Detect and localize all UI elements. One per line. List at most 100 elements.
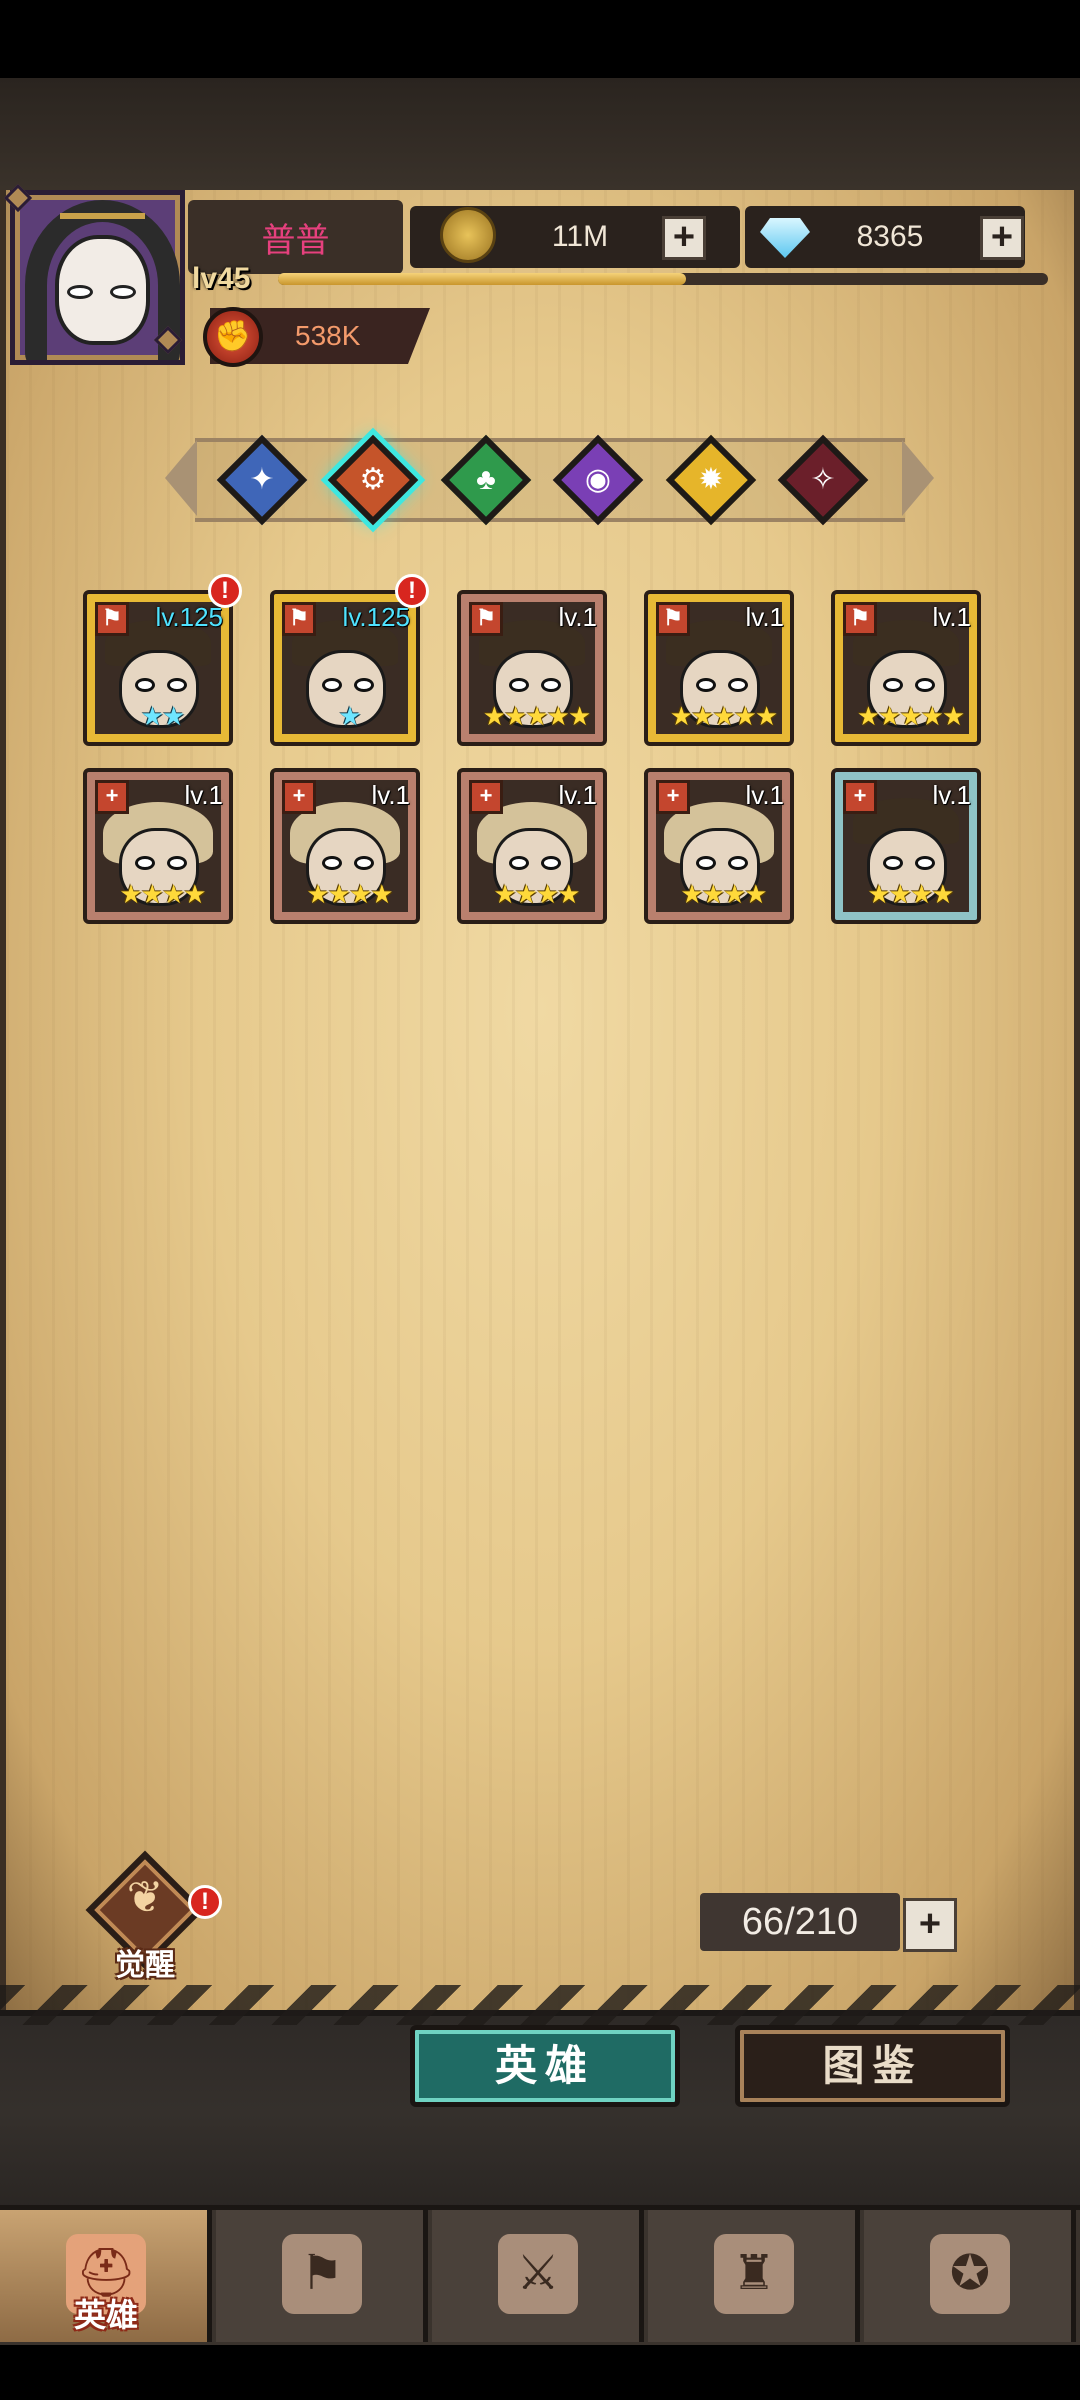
hero-eye	[509, 678, 529, 692]
add-gold-button[interactable]: +	[662, 216, 706, 260]
add-gems-button[interactable]: +	[980, 216, 1024, 260]
awaken-label: 觉醒	[115, 1949, 175, 1982]
nav-item-1[interactable]: ⚑	[216, 2210, 428, 2342]
hero-star-rating: ★★★★★	[669, 701, 779, 731]
guild-handshake-icon: ✪	[930, 2234, 1010, 2314]
hero-class-icon: +	[843, 780, 877, 814]
hero-eye	[354, 856, 374, 870]
hero-eye	[883, 678, 903, 692]
hero-level: lv.1	[745, 602, 784, 632]
fire-faction-icon: ⚙	[359, 463, 387, 496]
filter-left-arrow-icon[interactable]	[165, 440, 197, 516]
hero-card[interactable]: ⚑ lv.125 ★	[270, 590, 420, 746]
status-bar-area	[0, 0, 1080, 78]
hero-eye	[915, 856, 935, 870]
nature-faction-icon: ♣	[476, 463, 496, 496]
hero-eye	[696, 856, 716, 870]
hero-eye	[728, 856, 748, 870]
hero-class-icon: +	[282, 780, 316, 814]
hero-card[interactable]: + lv.1 ★★★★	[644, 768, 794, 924]
faction-filter-fire[interactable]: ⚙	[327, 434, 419, 526]
hero-card[interactable]: + lv.1 ★★★★	[457, 768, 607, 924]
faction-filter-dark[interactable]: ✧	[777, 434, 869, 526]
hero-class-icon: +	[95, 780, 129, 814]
hero-star-rating: ★★★★	[306, 879, 393, 909]
dark-faction-icon: ✧	[810, 463, 836, 496]
hero-class-icon: ⚑	[95, 602, 129, 636]
hero-eye	[167, 856, 187, 870]
hero-level: lv.1	[745, 780, 784, 810]
player-level: lv45	[192, 262, 251, 295]
water-faction-icon: ✦	[249, 463, 275, 496]
hero-class-icon: +	[656, 780, 690, 814]
hero-class-icon: ⚑	[656, 602, 690, 636]
tab-codex[interactable]: 图鉴	[735, 2025, 1010, 2107]
hero-card[interactable]: ⚑ lv.125 ★★	[83, 590, 233, 746]
hero-class-icon: ⚑	[843, 602, 877, 636]
awaken-button[interactable]: ❦ 觉醒	[85, 1850, 205, 1982]
nav-item-4[interactable]: ✪	[864, 2210, 1076, 2342]
avatar-crown	[60, 213, 145, 231]
hero-eye	[322, 856, 342, 870]
light-faction-icon: ✹	[698, 463, 724, 496]
faction-filter-water[interactable]: ✦	[216, 434, 308, 526]
hero-level: lv.1	[558, 780, 597, 810]
hero-card[interactable]: ⚑ lv.1 ★★★★★	[831, 590, 981, 746]
hero-eye	[883, 856, 903, 870]
faction-filter-light[interactable]: ✹	[665, 434, 757, 526]
hero-star-rating: ★★★★	[680, 879, 767, 909]
hero-eye	[509, 856, 529, 870]
hero-card[interactable]: + lv.1 ★★★★	[831, 768, 981, 924]
gem-amount: 8365	[856, 220, 924, 253]
tab-heroes[interactable]: 英雄	[410, 2025, 680, 2107]
hero-card[interactable]: + lv.1 ★★★★	[83, 768, 233, 924]
panel-ornament	[0, 1985, 1080, 2025]
hero-class-icon: ⚑	[469, 602, 503, 636]
nav-item-0[interactable]: ⛑ 英雄	[0, 2210, 212, 2342]
hero-star-rating: ★★★★	[493, 879, 580, 909]
hero-star-rating: ★★★★★	[482, 701, 592, 731]
fist-icon: ✊	[203, 307, 263, 367]
faction-filter-nature[interactable]: ♣	[440, 434, 532, 526]
hero-star-rating: ★★★★★	[856, 701, 966, 731]
hero-eye	[135, 856, 155, 870]
hero-alert-badge: !	[395, 574, 429, 608]
hero-eye	[354, 678, 374, 692]
hero-eye	[322, 678, 342, 692]
faction-filter-shadow[interactable]: ◉	[552, 434, 644, 526]
nav-item-3[interactable]: ♜	[648, 2210, 860, 2342]
hero-card[interactable]: + lv.1 ★★★★	[270, 768, 420, 924]
hero-alert-badge: !	[208, 574, 242, 608]
hero-eye	[915, 678, 935, 692]
hero-level: lv.1	[371, 780, 410, 810]
header-band	[0, 78, 1080, 198]
awaken-alert-badge: !	[188, 1885, 222, 1919]
hero-eye	[728, 678, 748, 692]
hero-eye	[696, 678, 716, 692]
nav-item-2[interactable]: ⚔	[432, 2210, 644, 2342]
hero-card[interactable]: ⚑ lv.1 ★★★★★	[457, 590, 607, 746]
hero-level: lv.125	[155, 602, 223, 632]
hero-eye	[541, 678, 561, 692]
flame-icon: ❦	[126, 1873, 164, 1922]
filter-right-arrow-icon[interactable]	[902, 440, 934, 516]
hero-class-icon: ⚑	[282, 602, 316, 636]
crossed-swords-icon: ⚔	[498, 2234, 578, 2314]
hero-level: lv.1	[932, 780, 971, 810]
hero-star-rating: ★★★★	[867, 879, 954, 909]
banner-icon: ⚑	[282, 2234, 362, 2314]
hero-level: lv.125	[342, 602, 410, 632]
avatar-eye	[67, 285, 93, 299]
shadow-faction-icon: ◉	[584, 463, 612, 496]
hero-card[interactable]: ⚑ lv.1 ★★★★★	[644, 590, 794, 746]
gold-coin-icon	[440, 207, 496, 263]
hero-class-icon: +	[469, 780, 503, 814]
hero-eye	[167, 678, 187, 692]
hero-eye	[541, 856, 561, 870]
hero-star-rating: ★★	[140, 701, 186, 731]
hero-eye	[135, 678, 155, 692]
expand-capacity-button[interactable]: +	[903, 1898, 957, 1952]
xp-bar-fill	[278, 273, 687, 285]
power-value: 538K	[295, 320, 361, 351]
xp-bar	[278, 273, 1048, 285]
